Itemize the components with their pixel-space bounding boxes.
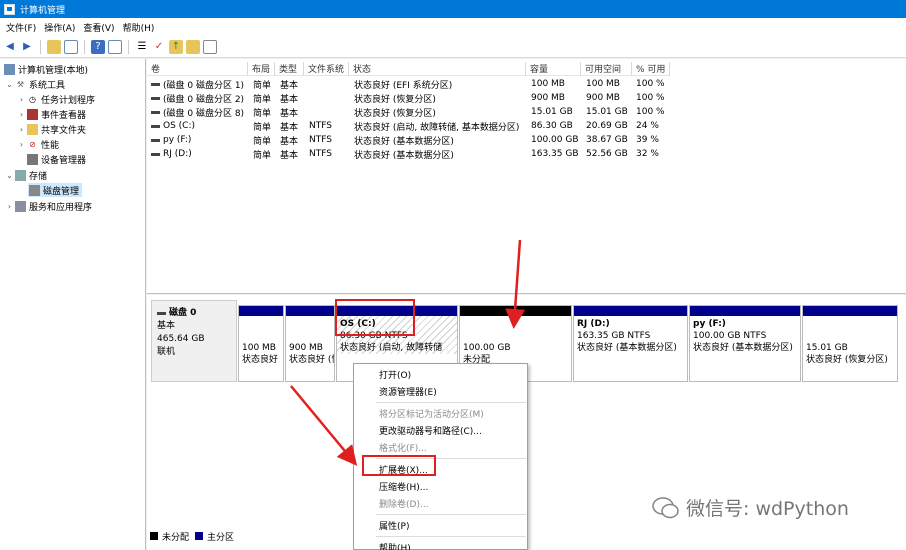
arrow-to-unallocated bbox=[505, 239, 526, 329]
arrow-to-extend-volume bbox=[290, 385, 358, 466]
computer-management-window: 计算机管理 文件(F) 操作(A) 查看(V) 帮助(H) ◀ ▶ ? ☰ ✓ … bbox=[0, 0, 906, 550]
wechat-logo-icon bbox=[652, 496, 679, 518]
annotation-arrows bbox=[290, 239, 526, 466]
watermark-text: 微信号: wdPython bbox=[686, 498, 849, 520]
watermark: 微信号: wdPython bbox=[652, 494, 849, 521]
